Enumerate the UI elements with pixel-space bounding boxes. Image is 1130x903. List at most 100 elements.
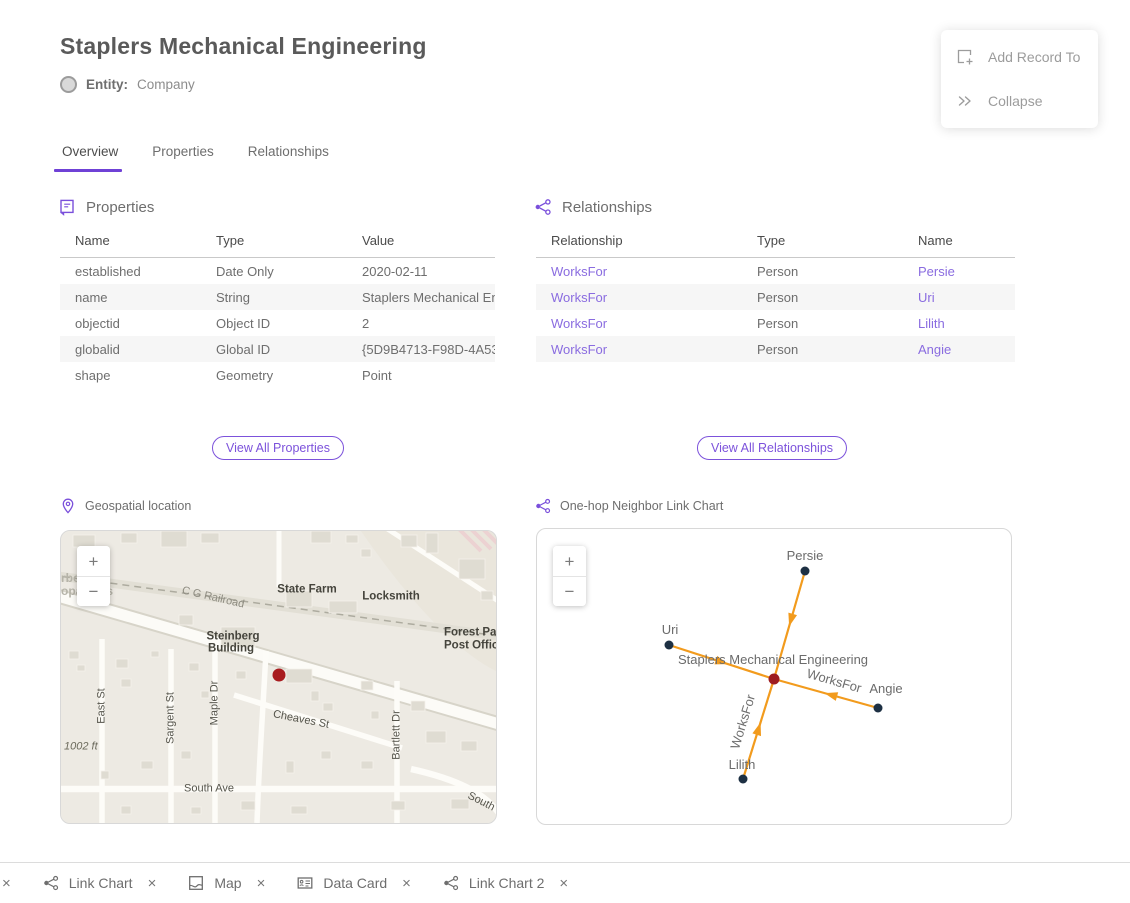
bottom-tab-label: Link Chart 2 bbox=[469, 875, 544, 891]
table-row: WorksFor Person Persie bbox=[536, 258, 1015, 285]
node-persie[interactable] bbox=[801, 567, 810, 576]
tab-relationships[interactable]: Relationships bbox=[246, 144, 331, 172]
cell-link[interactable]: Persie bbox=[918, 264, 955, 279]
link-chart-icon bbox=[443, 875, 459, 891]
edge-arrow bbox=[752, 721, 764, 736]
node-label: Persie bbox=[787, 548, 824, 563]
geospatial-map[interactable]: rbouropaedicsC G RailroadState FarmLocks… bbox=[60, 530, 497, 824]
table-row: shapeGeometryPoint bbox=[60, 362, 495, 388]
zoom-out-button[interactable]: − bbox=[553, 576, 586, 606]
bottom-tab-link-chart-2[interactable]: Link Chart 2 × bbox=[443, 875, 568, 892]
cell: {5D9B4713-F98D-4A53-... bbox=[354, 336, 495, 362]
cell: Persie bbox=[910, 258, 1015, 285]
cell-link[interactable]: WorksFor bbox=[551, 316, 607, 331]
cell: shape bbox=[60, 362, 208, 388]
detail-tabs: Overview Properties Relationships bbox=[60, 144, 331, 172]
menu-item-label: Add Record To bbox=[988, 49, 1080, 65]
close-icon[interactable]: × bbox=[257, 875, 266, 892]
cell-link[interactable]: Lilith bbox=[918, 316, 945, 331]
entity-row: Entity: Company bbox=[60, 76, 195, 93]
page-title: Staplers Mechanical Engineering bbox=[60, 33, 427, 60]
data-card-view: Staplers Mechanical Engineering Entity: … bbox=[0, 0, 1130, 903]
cell-link[interactable]: WorksFor bbox=[551, 342, 607, 357]
bottom-tab-label: Link Chart bbox=[69, 875, 133, 891]
cell: Person bbox=[749, 258, 910, 285]
node-company[interactable] bbox=[769, 674, 780, 685]
node-label: Staplers Mechanical Engineering bbox=[678, 652, 868, 667]
cell: 2020-02-11 bbox=[354, 258, 495, 285]
node-uri[interactable] bbox=[665, 641, 674, 650]
cell: Person bbox=[749, 284, 910, 310]
relationships-icon bbox=[534, 198, 552, 216]
one-hop-link-chart-icon bbox=[535, 498, 551, 514]
map-zoom-control: + − bbox=[77, 546, 110, 606]
tab-overview[interactable]: Overview bbox=[60, 144, 120, 172]
cell-link[interactable]: WorksFor bbox=[551, 290, 607, 305]
tab-properties[interactable]: Properties bbox=[150, 144, 216, 172]
bottom-tab-link-chart[interactable]: Link Chart × bbox=[43, 875, 157, 892]
cell: String bbox=[208, 284, 354, 310]
view-all-properties-button[interactable]: View All Properties bbox=[212, 436, 344, 460]
zoom-in-button[interactable]: + bbox=[77, 546, 110, 576]
relationships-section-title: Relationships bbox=[562, 199, 652, 216]
linkchart-section-header: One-hop Neighbor Link Chart bbox=[535, 498, 723, 514]
close-icon[interactable]: × bbox=[148, 875, 157, 892]
column-header-value: Value bbox=[354, 226, 495, 258]
table-row: WorksFor Person Uri bbox=[536, 284, 1015, 310]
cell: Person bbox=[749, 336, 910, 362]
cell: WorksFor bbox=[536, 310, 749, 336]
menu-item-collapse[interactable]: Collapse bbox=[941, 79, 1098, 123]
bottom-tab-data-card[interactable]: Data Card × bbox=[297, 875, 411, 892]
node-lilith[interactable] bbox=[739, 775, 748, 784]
zoom-in-button[interactable]: + bbox=[553, 546, 586, 576]
properties-section-title: Properties bbox=[86, 199, 154, 216]
relationships-section-header: Relationships bbox=[534, 198, 652, 216]
menu-item-label: Collapse bbox=[988, 93, 1042, 109]
node-label: Lilith bbox=[729, 757, 756, 772]
zoom-out-button[interactable]: − bbox=[77, 576, 110, 606]
bottom-tab-label: Map bbox=[214, 875, 241, 891]
edge-arrow bbox=[785, 613, 797, 628]
column-header-name: Name bbox=[60, 226, 208, 258]
column-header-type: Type bbox=[749, 226, 910, 258]
table-row: objectidObject ID2 bbox=[60, 310, 495, 336]
collapse-icon bbox=[956, 92, 974, 110]
node-label: Angie bbox=[869, 681, 902, 696]
geospatial-section-title: Geospatial location bbox=[85, 499, 191, 513]
bottom-tab-bar: × Link Chart × Map × Data Card × Link Chart 2 × bbox=[0, 862, 1130, 903]
close-icon[interactable]: × bbox=[559, 875, 568, 892]
data-card-icon bbox=[297, 875, 313, 891]
column-header-name: Name bbox=[910, 226, 1015, 258]
cell: Person bbox=[749, 310, 910, 336]
table-row: establishedDate Only2020-02-11 bbox=[60, 258, 495, 285]
cell-link[interactable]: WorksFor bbox=[551, 264, 607, 279]
node-angie[interactable] bbox=[874, 704, 883, 713]
entity-location-marker[interactable] bbox=[273, 669, 286, 682]
column-header-relationship: Relationship bbox=[536, 226, 749, 258]
table-row: nameStringStaplers Mechanical Eng... bbox=[60, 284, 495, 310]
cell: objectid bbox=[60, 310, 208, 336]
link-chart[interactable]: WorksForWorksForStaplers Mechanical Engi… bbox=[536, 528, 1012, 825]
cell: name bbox=[60, 284, 208, 310]
bottom-tab-map[interactable]: Map × bbox=[188, 875, 265, 892]
relationships-table: RelationshipTypeName WorksFor Person Persie… bbox=[536, 226, 1015, 362]
close-icon[interactable]: × bbox=[2, 875, 11, 892]
table-row: WorksFor Person Angie bbox=[536, 336, 1015, 362]
cell-link[interactable]: Uri bbox=[918, 290, 935, 305]
bottom-tab-label: Data Card bbox=[323, 875, 387, 891]
cell: globalid bbox=[60, 336, 208, 362]
properties-table: NameTypeValueestablishedDate Only2020-02… bbox=[60, 226, 495, 388]
close-icon[interactable]: × bbox=[402, 875, 411, 892]
entity-status-icon bbox=[60, 76, 77, 93]
edge-arrow bbox=[823, 689, 838, 701]
entity-label: Entity: bbox=[86, 77, 128, 92]
context-menu: Add Record To Collapse bbox=[941, 30, 1098, 128]
cell: Geometry bbox=[208, 362, 354, 388]
view-all-relationships-button[interactable]: View All Relationships bbox=[697, 436, 847, 460]
menu-item-add-record-to[interactable]: Add Record To bbox=[941, 35, 1098, 79]
cell: 2 bbox=[354, 310, 495, 336]
cell: WorksFor bbox=[536, 284, 749, 310]
cell: Angie bbox=[910, 336, 1015, 362]
table-row: WorksFor Person Lilith bbox=[536, 310, 1015, 336]
cell-link[interactable]: Angie bbox=[918, 342, 951, 357]
